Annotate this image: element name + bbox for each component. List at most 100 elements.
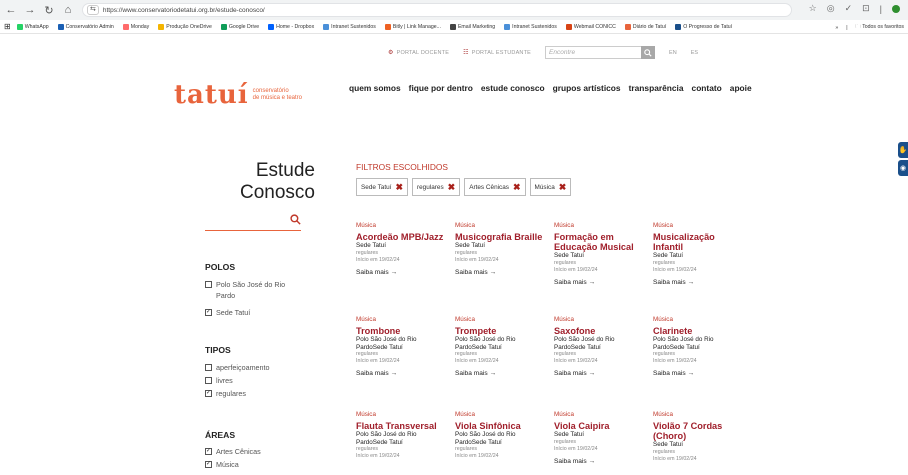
site-logo[interactable]: tatuí conservatório de música e teatro	[174, 80, 302, 110]
checkbox[interactable]: ✓	[205, 448, 212, 455]
bookmarks-overflow[interactable]: »	[835, 25, 838, 31]
filter-option-polos[interactable]: Polo São José do Rio Pardo	[205, 279, 305, 301]
remove-filter-icon[interactable]: ✖	[513, 182, 521, 193]
course-more-link[interactable]: Saiba mais →	[356, 370, 448, 377]
reload-icon[interactable]: ↻	[41, 2, 57, 18]
checkbox[interactable]	[205, 364, 212, 371]
check-extension-icon[interactable]: ✓	[845, 3, 853, 14]
checkbox[interactable]	[205, 377, 212, 384]
home-icon[interactable]: ⌂	[60, 2, 76, 18]
bookmark-item[interactable]: Conservatório Admin	[57, 23, 114, 30]
bookmark-item[interactable]: Webmail CONICC	[565, 23, 616, 30]
course-card[interactable]: Música Trompete Polo São José do Rio Pardo…	[455, 316, 547, 377]
nav-item-transparência[interactable]: transparência	[629, 83, 684, 93]
course-title[interactable]: Trompete	[455, 326, 547, 336]
checkbox[interactable]	[205, 281, 212, 288]
bookmark-item[interactable]: Monday	[122, 23, 149, 30]
course-more-link[interactable]: Saiba mais →	[554, 370, 646, 377]
course-title[interactable]: Trombone	[356, 326, 448, 336]
course-title[interactable]: Viola Sinfônica	[455, 421, 547, 431]
nav-item-estude-conosco[interactable]: estude conosco	[481, 83, 545, 93]
bookmark-item[interactable]: Email Marketing	[449, 23, 495, 30]
bookmark-item[interactable]: Produção OneDrive	[158, 23, 212, 30]
profile-avatar[interactable]	[892, 4, 900, 13]
course-more-link[interactable]: Saiba mais →	[554, 458, 646, 465]
nav-item-quem-somos[interactable]: quem somos	[349, 83, 401, 93]
nav-item-apoie[interactable]: apoie	[730, 83, 752, 93]
remove-filter-icon[interactable]: ✖	[559, 182, 567, 193]
filter-option-polos[interactable]: ✓ Sede Tatuí	[205, 307, 325, 318]
remove-filter-icon[interactable]: ✖	[448, 182, 456, 193]
address-bar[interactable]: ⇆ https://www.conservatoriodetatui.org.b…	[82, 3, 792, 17]
portal-estudante-link[interactable]: ☷ PORTAL ESTUDANTE	[463, 49, 531, 57]
lang-es-link[interactable]: ES	[691, 50, 698, 56]
filter-option-tipos[interactable]: aperfeiçoamento	[205, 362, 325, 373]
portal-docente-link[interactable]: ⚙ PORTAL DOCENTE	[388, 49, 449, 57]
filter-option-areas[interactable]: ✓ Música	[205, 459, 325, 470]
checkbox[interactable]: ✓	[205, 461, 212, 468]
sign-language-icon[interactable]: ✋	[898, 142, 908, 158]
course-title[interactable]: Acordeão MPB/Jazz	[356, 232, 448, 242]
filter-chip[interactable]: Música ✖	[529, 178, 572, 196]
course-title[interactable]: Flauta Transversal	[356, 421, 448, 431]
extensions-puzzle-icon[interactable]: ⊡	[862, 3, 870, 14]
filter-option-tipos[interactable]: ✓ regulares	[205, 388, 325, 399]
bookmark-item[interactable]: Bitly | Link Manage...	[384, 23, 441, 30]
course-card[interactable]: Música Saxofone Polo São José do Rio Pardo…	[554, 316, 646, 377]
bookmark-item[interactable]: O Progresso de Tatuí	[675, 23, 732, 30]
course-card[interactable]: Música Trombone Polo São José do Rio Pardo…	[356, 316, 448, 377]
course-title[interactable]: Musicalização Infantil	[653, 232, 745, 252]
course-card[interactable]: Música Formação em Educação Musical Sede T…	[554, 222, 646, 286]
course-title[interactable]: Violão 7 Cordas (Choro)	[653, 421, 745, 441]
course-more-link[interactable]: Saiba mais →	[356, 269, 448, 276]
bookmark-item[interactable]: Google Drive	[220, 23, 259, 30]
lang-en-link[interactable]: EN	[669, 50, 677, 56]
bookmark-item[interactable]: Intranet Sustenidos	[504, 23, 557, 30]
site-search-input[interactable]: Encontre	[545, 46, 656, 59]
course-more-link[interactable]: Saiba mais →	[653, 370, 745, 377]
remove-filter-icon[interactable]: ✖	[395, 182, 403, 193]
course-card[interactable]: Música Viola Caipira Sede Tatuí regulares In…	[554, 411, 646, 465]
course-card[interactable]: Música Musicalização Infantil Sede Tatuí re…	[653, 222, 745, 286]
forward-icon[interactable]: →	[22, 2, 38, 18]
course-card[interactable]: Música Musicografia Braille Sede Tatuí regu…	[455, 222, 547, 276]
course-card[interactable]: Música Viola Sinfônica Polo São José do Ri…	[455, 411, 547, 460]
all-bookmarks-folder[interactable]: 🗀 Todos os favoritos	[856, 23, 904, 32]
course-title[interactable]: Musicografia Braille	[455, 232, 547, 242]
course-search-input[interactable]	[205, 213, 301, 231]
bookmark-star-icon[interactable]: ☆	[809, 3, 817, 14]
search-icon[interactable]	[290, 214, 301, 228]
extension-icon[interactable]: ◎	[827, 3, 835, 14]
filter-option-areas[interactable]: ✓ Artes Cênicas	[205, 446, 325, 457]
course-more-link[interactable]: Saiba mais →	[554, 279, 646, 286]
course-title[interactable]: Clarinete	[653, 326, 745, 336]
course-more-link[interactable]: Saiba mais →	[455, 370, 547, 377]
course-card[interactable]: Música Acordeão MPB/Jazz Sede Tatuí regular…	[356, 222, 448, 276]
back-icon[interactable]: ←	[3, 2, 19, 18]
course-more-link[interactable]: Saiba mais →	[653, 279, 745, 286]
course-card[interactable]: Música Flauta Transversal Polo São José do…	[356, 411, 448, 460]
bookmark-item[interactable]: WhatsApp	[16, 23, 49, 30]
accessibility-icon[interactable]: ◉	[898, 160, 908, 176]
bookmark-item[interactable]: Intranet Sustenidos	[323, 23, 376, 30]
checkbox[interactable]: ✓	[205, 390, 212, 397]
checkbox[interactable]: ✓	[205, 309, 212, 316]
nav-item-grupos-artísticos[interactable]: grupos artísticos	[553, 83, 621, 93]
bookmark-item[interactable]: Home - Dropbox	[268, 23, 314, 30]
course-title[interactable]: Saxofone	[554, 326, 646, 336]
nav-item-fique-por-dentro[interactable]: fique por dentro	[409, 83, 473, 93]
filter-chip[interactable]: Sede Tatuí ✖	[356, 178, 408, 196]
course-card[interactable]: Música Clarinete Polo São José do Rio Pard…	[653, 316, 745, 377]
course-more-link[interactable]: Saiba mais →	[455, 269, 547, 276]
course-card[interactable]: Música Violão 7 Cordas (Choro) Sede Tatuí r…	[653, 411, 745, 463]
filter-chip[interactable]: regulares ✖	[412, 178, 461, 196]
filter-option-tipos[interactable]: livres	[205, 375, 325, 386]
nav-item-contato[interactable]: contato	[692, 83, 722, 93]
course-title[interactable]: Viola Caipira	[554, 421, 646, 431]
bookmark-item[interactable]: Diário de Tatuí	[624, 23, 666, 30]
site-search-button[interactable]	[641, 46, 656, 59]
apps-grid-icon[interactable]: ⊞	[4, 22, 11, 31]
course-title[interactable]: Formação em Educação Musical	[554, 232, 646, 252]
filter-chip[interactable]: Artes Cênicas ✖	[464, 178, 526, 196]
site-info-icon[interactable]: ⇆	[87, 5, 99, 15]
